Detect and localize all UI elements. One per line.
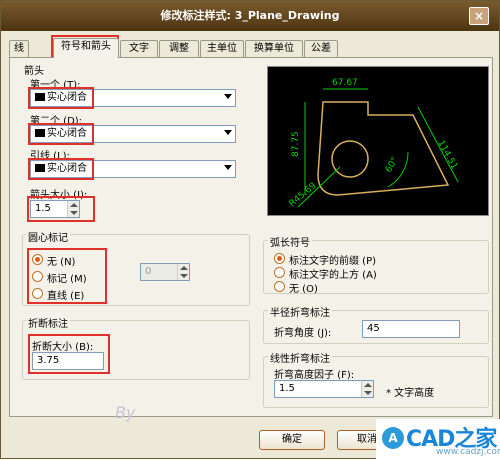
hole-circle: [331, 140, 369, 178]
linear-jog-label: 线性折弯标注: [268, 350, 332, 365]
close-button[interactable]: ×: [469, 7, 489, 25]
center-mark-size-input[interactable]: 0: [140, 263, 190, 281]
arrowheads-group-label: 箭头: [24, 66, 44, 77]
preview-drawing: 67.67 87.75 114.51 60° R45.69: [288, 78, 459, 209]
highlight-second: [28, 123, 94, 145]
tab-alternate-units[interactable]: 换算单位: [245, 40, 303, 57]
arc-above-label: 标注文字的上方 (A): [289, 270, 377, 281]
highlight-arrow-size: [27, 196, 95, 222]
dim-radius-text: R45.69: [288, 181, 319, 209]
center-marks-label: 圆心标记: [26, 229, 70, 244]
dim-angle-text: 60°: [384, 156, 401, 175]
part-outline: [317, 101, 450, 196]
chevron-down-icon: [224, 165, 232, 170]
jog-angle-input[interactable]: 45: [362, 320, 460, 338]
preview-pane: 67.67 87.75 114.51 60° R45.69: [267, 66, 489, 216]
cadzj-logo: A CAD之家 www.cadzj.com: [376, 419, 500, 460]
tab-primary-units[interactable]: 主单位: [200, 40, 244, 57]
ok-button[interactable]: 确定: [259, 430, 325, 450]
tab-symbols-arrows[interactable]: 符号和箭头: [53, 38, 119, 58]
tab-tolerances[interactable]: 公差: [304, 40, 338, 57]
tab-lines[interactable]: 线: [9, 40, 29, 57]
watermark-by: By: [115, 403, 136, 422]
tab-fit[interactable]: 调整: [159, 40, 199, 57]
logo-url: www.cadzj.com: [436, 447, 500, 457]
jog-factor-value: 1.5: [279, 383, 295, 394]
logo-a-icon: A: [382, 427, 404, 449]
highlight-center-marks: [27, 248, 107, 304]
dialog-title: 修改标注样式: 3_Plane_Drawing: [160, 9, 340, 22]
spinner-arrows-icon[interactable]: [361, 381, 373, 397]
text-height-label: * 文字高度: [386, 388, 435, 399]
jog-factor-input[interactable]: 1.5: [274, 380, 374, 398]
title-bar: 修改标注样式: 3_Plane_Drawing ×: [1, 1, 499, 31]
break-group-label: 折断标注: [26, 315, 70, 330]
highlight-break: [28, 334, 110, 374]
radius-jog-label: 半径折弯标注: [268, 304, 332, 319]
arc-above-radio[interactable]: [274, 267, 285, 278]
center-mark-size-value: 0: [145, 266, 152, 277]
arc-prefix-label: 标注文字的前缀 (P): [289, 256, 377, 267]
arc-prefix-radio[interactable]: [274, 253, 285, 264]
arc-none-radio[interactable]: [274, 281, 285, 292]
spinner-arrows-icon[interactable]: [177, 264, 189, 280]
dim-top-text: 67.67: [332, 78, 358, 88]
jog-angle-label: 折弯角度 (J):: [274, 328, 332, 339]
symbols-arrows-panel: 箭头 第一个 (T): 实心闭合 第二个 (D): 实心闭合 引线 (L): 实…: [9, 57, 493, 422]
chevron-down-icon: [224, 130, 232, 135]
tab-strip: 线 符号和箭头 文字 调整 主单位 换算单位 公差: [9, 38, 493, 58]
dimension-style-dialog: 修改标注样式: 3_Plane_Drawing × 线 符号和箭头 文字 调整 …: [0, 0, 500, 460]
tab-text[interactable]: 文字: [120, 40, 158, 57]
highlight-first: [28, 87, 94, 109]
chevron-down-icon: [224, 94, 232, 99]
arc-none-label: 无 (O): [289, 284, 318, 295]
highlight-leader: [28, 158, 94, 180]
jog-factor-label: 折弯高度因子 (F):: [274, 370, 355, 381]
dim-left-text: 87.75: [291, 131, 301, 157]
arc-length-label: 弧长符号: [268, 234, 312, 249]
